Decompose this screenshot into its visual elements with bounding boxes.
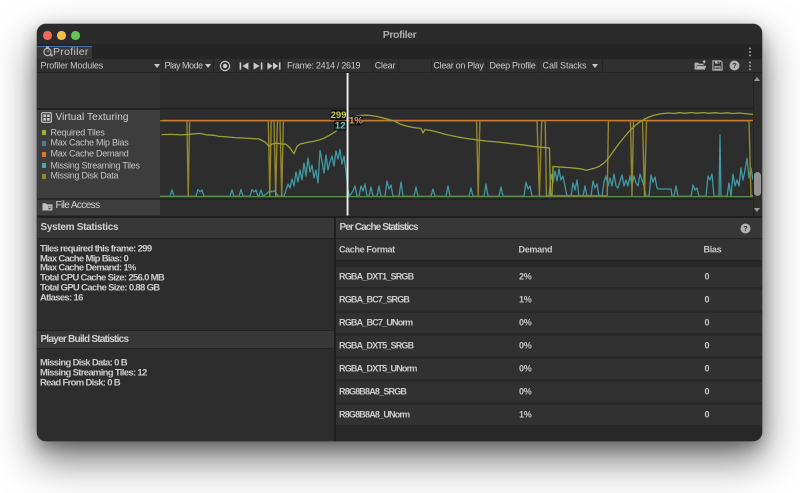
svg-text:12: 12 [334, 121, 345, 132]
svg-text:1%: 1% [349, 116, 363, 127]
svg-text:?: ? [732, 61, 737, 70]
svg-text:?: ? [743, 224, 748, 233]
svg-text:299: 299 [330, 110, 346, 121]
